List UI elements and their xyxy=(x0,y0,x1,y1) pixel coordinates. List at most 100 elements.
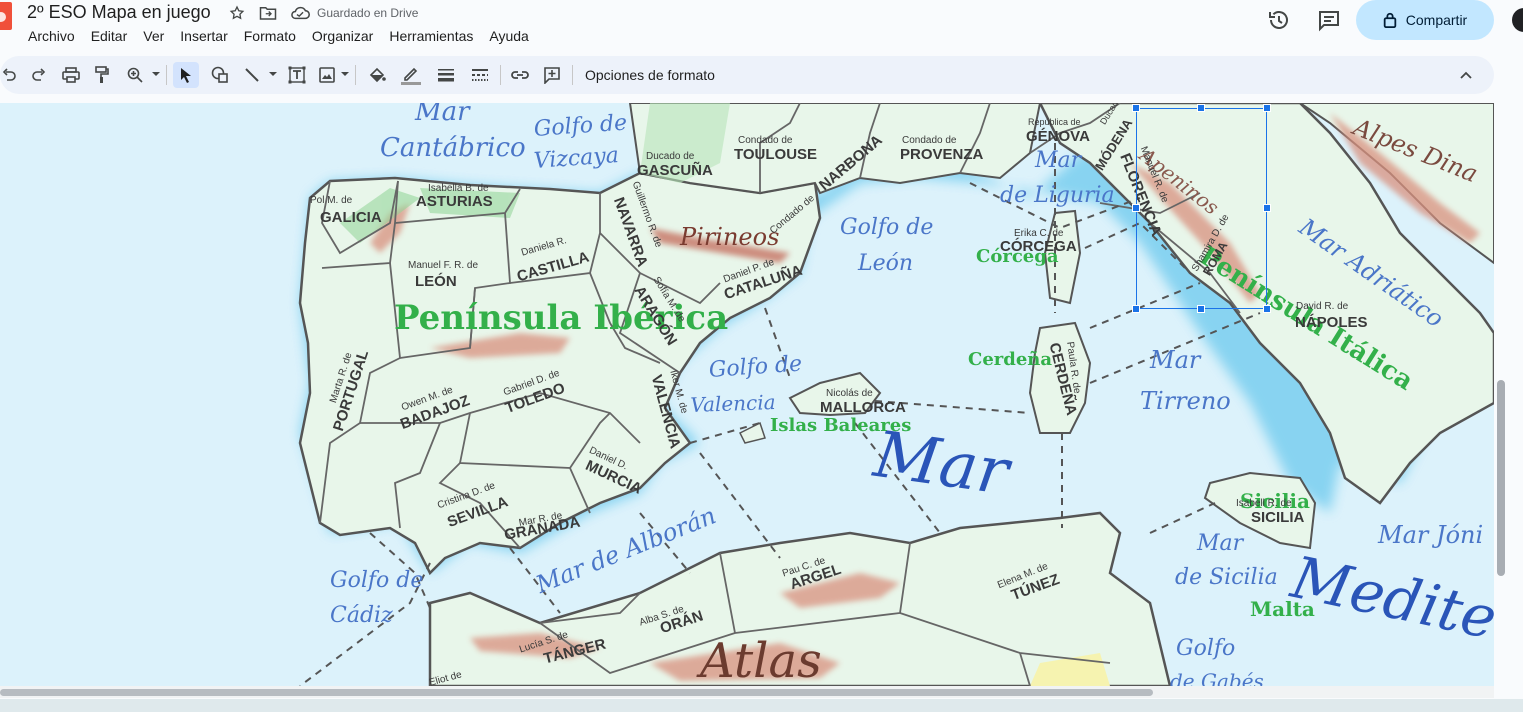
collapse-icon[interactable] xyxy=(1453,62,1479,88)
bottom-strip xyxy=(0,699,1523,712)
menu-organizar[interactable]: Organizar xyxy=(304,26,381,46)
border-dash-icon[interactable] xyxy=(467,62,493,88)
menu-herramientas[interactable]: Herramientas xyxy=(381,26,481,46)
sea-label-mar-ligur-1: Mar xyxy=(1035,148,1082,173)
sea-label-golfo-cadiz-2: Cádiz xyxy=(330,603,393,628)
zoom-icon[interactable] xyxy=(122,62,148,88)
sea-label-cantabrico: Cantábrico xyxy=(380,133,526,163)
region-owner-napoles[interactable]: David R. de xyxy=(1296,301,1348,312)
resize-handle-bottom-right[interactable] xyxy=(1263,305,1271,313)
horizontal-scrollbar[interactable] xyxy=(0,689,1153,696)
undo-icon[interactable] xyxy=(0,62,22,88)
region-name-genova[interactable]: GÉNOVA xyxy=(1026,128,1090,145)
shape-icon[interactable] xyxy=(207,62,233,88)
resize-handle-top[interactable] xyxy=(1197,104,1205,112)
region-name-leon[interactable]: LEÓN xyxy=(415,273,457,290)
lock-icon xyxy=(1383,12,1396,28)
comment-icon[interactable] xyxy=(539,62,565,88)
sea-label-golfo-cadiz-1: Golfo de xyxy=(330,568,424,593)
format-options-button[interactable]: Opciones de formato xyxy=(585,67,715,83)
link-icon[interactable] xyxy=(507,62,533,88)
slides-editor: 2º ESO Mapa en juego Guardado en Drive A… xyxy=(0,0,1523,712)
region-owner-mallorca[interactable]: Nicolás de xyxy=(826,388,873,399)
border-weight-icon[interactable] xyxy=(433,62,459,88)
selection-box[interactable] xyxy=(1136,108,1267,309)
region-name-toulouse[interactable]: TOULOUSE xyxy=(734,146,817,163)
redo-icon[interactable] xyxy=(26,62,52,88)
vertical-scrollbar[interactable] xyxy=(1497,380,1505,576)
region-owner-gascuna[interactable]: Ducado de xyxy=(646,151,694,162)
toolbar-divider xyxy=(500,65,501,85)
region-owner-galicia[interactable]: Pol M. de xyxy=(310,195,352,206)
geo-label-atlas: Atlas xyxy=(700,633,822,686)
region-name-mallorca[interactable]: MALLORCA xyxy=(820,399,906,416)
sea-label-mar-ligur-2: de Liguria xyxy=(1000,183,1115,208)
line-dropdown-caret[interactable] xyxy=(269,72,277,76)
comments-icon[interactable] xyxy=(1317,8,1341,32)
textbox-icon[interactable] xyxy=(284,62,310,88)
fill-color-icon[interactable] xyxy=(364,62,390,88)
region-owner-toulouse[interactable]: Condado de xyxy=(738,135,793,146)
menu-editar[interactable]: Editar xyxy=(83,26,136,46)
region-name-asturias[interactable]: ASTURIAS xyxy=(416,193,493,210)
region-owner-leon[interactable]: Manuel F. R. de xyxy=(408,260,478,271)
share-label: Compartir xyxy=(1405,12,1468,28)
avatar[interactable] xyxy=(1512,8,1523,32)
resize-handle-top-left[interactable] xyxy=(1132,104,1140,112)
toolbar-divider xyxy=(355,65,356,85)
menu-bar: Archivo Editar Ver Insertar Formato Orga… xyxy=(20,26,537,46)
paint-format-icon[interactable] xyxy=(89,62,115,88)
geo-label-cerdena: Cerdeña xyxy=(968,349,1053,370)
region-name-napoles[interactable]: NÁPOLES xyxy=(1295,314,1368,331)
resize-handle-bottom[interactable] xyxy=(1197,305,1205,313)
sea-label-golfo-leon-2: León xyxy=(858,251,914,276)
menu-ver[interactable]: Ver xyxy=(135,26,172,46)
geo-label-pirineos: Pirineos xyxy=(680,223,780,251)
region-owner-genova[interactable]: República de xyxy=(1028,117,1081,127)
border-color-icon[interactable] xyxy=(398,62,424,88)
save-status: Guardado en Drive xyxy=(317,6,419,20)
document-title[interactable]: 2º ESO Mapa en juego xyxy=(27,0,211,24)
region-owner-provenza[interactable]: Condado de xyxy=(902,135,957,146)
share-button[interactable]: Compartir xyxy=(1356,0,1494,40)
sea-label-mar-jonico: Mar Jóni xyxy=(1378,521,1484,549)
toolbar-divider xyxy=(572,65,573,85)
menu-ayuda[interactable]: Ayuda xyxy=(481,26,536,46)
print-icon[interactable] xyxy=(58,62,84,88)
toolbar: Opciones de formato xyxy=(0,56,1494,94)
app-header: 2º ESO Mapa en juego Guardado en Drive A… xyxy=(0,0,1523,54)
line-icon[interactable] xyxy=(239,62,265,88)
cloud-saved-icon[interactable] xyxy=(289,2,311,24)
region-name-gascuna[interactable]: GASCUÑA xyxy=(637,162,713,179)
resize-handle-right[interactable] xyxy=(1263,204,1271,212)
version-history-icon[interactable] xyxy=(1267,8,1291,32)
region-owner-sicilia[interactable]: Isabell R. de xyxy=(1236,498,1292,509)
menu-formato[interactable]: Formato xyxy=(236,26,304,46)
zoom-dropdown-caret[interactable] xyxy=(152,72,160,76)
select-icon[interactable] xyxy=(173,62,199,88)
star-icon[interactable] xyxy=(226,2,248,24)
image-dropdown-caret[interactable] xyxy=(341,72,349,76)
region-name-provenza[interactable]: PROVENZA xyxy=(900,146,983,163)
menu-insertar[interactable]: Insertar xyxy=(172,26,235,46)
region-name-corcega[interactable]: CÓRCEGA xyxy=(1000,238,1077,255)
image-icon[interactable] xyxy=(314,62,340,88)
sea-label-golfo-valencia-2: Valencia xyxy=(690,390,776,417)
sea-label-mar-sicilia-1: Mar xyxy=(1197,531,1244,556)
resize-handle-bottom-left[interactable] xyxy=(1132,305,1140,313)
menu-archivo[interactable]: Archivo xyxy=(20,26,83,46)
drawing-canvas[interactable]: Mar Cantábrico Golfo de Vizcaya Golfo de… xyxy=(0,103,1494,686)
resize-handle-top-right[interactable] xyxy=(1263,104,1271,112)
region-name-sicilia[interactable]: SICILIA xyxy=(1251,509,1304,526)
toolbar-divider xyxy=(166,65,167,85)
sea-label-mar-tirreno-2: Tirreno xyxy=(1140,387,1231,415)
sea-label-mar-tirreno-1: Mar xyxy=(1150,346,1201,374)
move-folder-icon[interactable] xyxy=(257,2,279,24)
sea-label-golfo-leon-1: Golfo de xyxy=(840,215,934,240)
region-name-galicia[interactable]: GALICIA xyxy=(320,209,382,226)
sea-label-golfo-gabes-1: Golfo xyxy=(1176,636,1236,661)
sea-label-mar: Mar xyxy=(415,103,470,127)
resize-handle-left[interactable] xyxy=(1132,204,1140,212)
geo-label-malta: Malta xyxy=(1250,597,1315,621)
drawings-logo-icon[interactable] xyxy=(0,2,12,30)
